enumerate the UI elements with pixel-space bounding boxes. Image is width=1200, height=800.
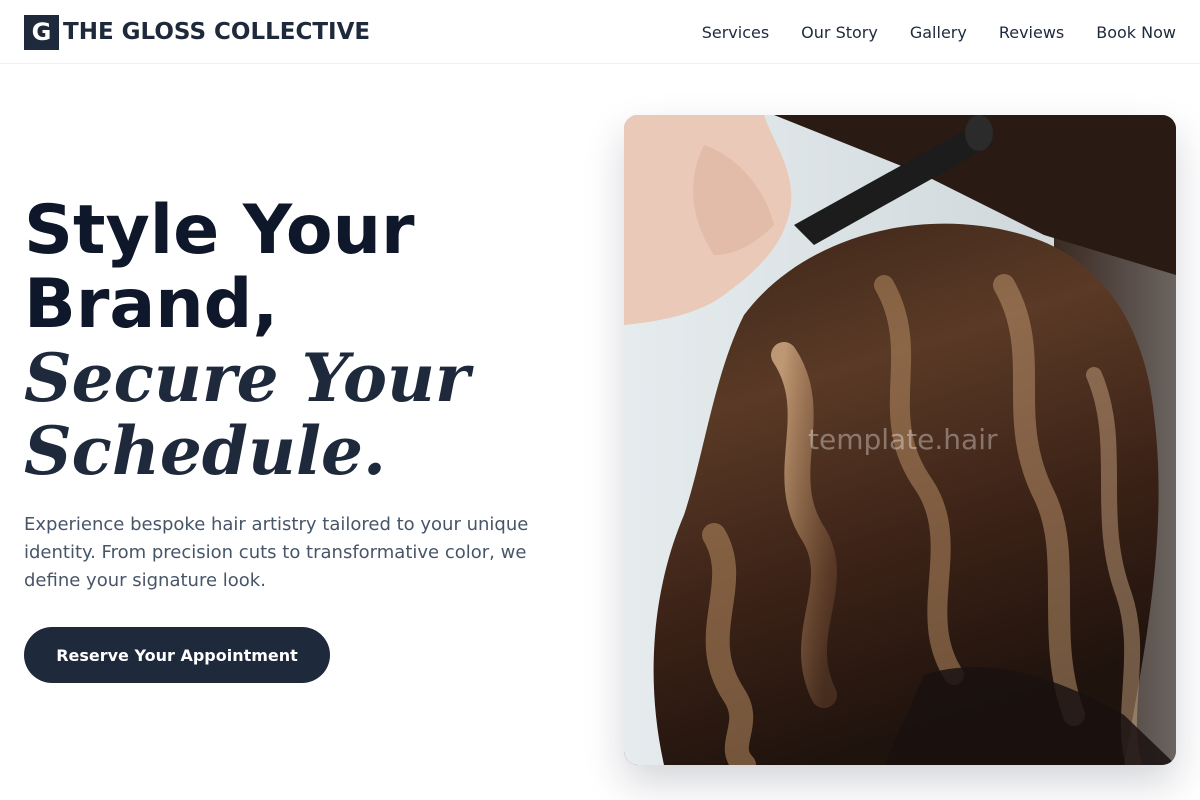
- hero-title-line2: Brand,: [24, 265, 279, 344]
- brand-name: THE GLOSS COLLECTIVE: [63, 19, 371, 45]
- nav-link-reviews[interactable]: Reviews: [999, 23, 1064, 42]
- hero-title-line1: Style Your: [24, 191, 415, 270]
- reserve-appointment-button[interactable]: Reserve Your Appointment: [24, 627, 330, 683]
- hero-tagline: Secure Your Schedule.: [24, 342, 584, 488]
- logo-mark: G: [24, 14, 59, 50]
- brand-logo[interactable]: G THE GLOSS COLLECTIVE: [24, 14, 370, 50]
- nav-link-gallery[interactable]: Gallery: [910, 23, 967, 42]
- hero-tagline-line2: Schedule.: [24, 412, 387, 490]
- nav-link-our-story[interactable]: Our Story: [801, 23, 878, 42]
- site-header: G THE GLOSS COLLECTIVE Services Our Stor…: [0, 0, 1200, 64]
- main-nav: Services Our Story Gallery Reviews Book …: [702, 0, 1176, 64]
- hero-image: template.hair: [624, 115, 1176, 765]
- hero-description: Experience bespoke hair artistry tailore…: [24, 514, 529, 591]
- nav-link-book-now[interactable]: Book Now: [1096, 23, 1176, 42]
- hero-tagline-line1: Secure Your: [24, 339, 470, 417]
- nav-link-services[interactable]: Services: [702, 23, 769, 42]
- hero-title: Style Your Brand,: [24, 194, 584, 342]
- image-watermark: template.hair: [808, 423, 998, 456]
